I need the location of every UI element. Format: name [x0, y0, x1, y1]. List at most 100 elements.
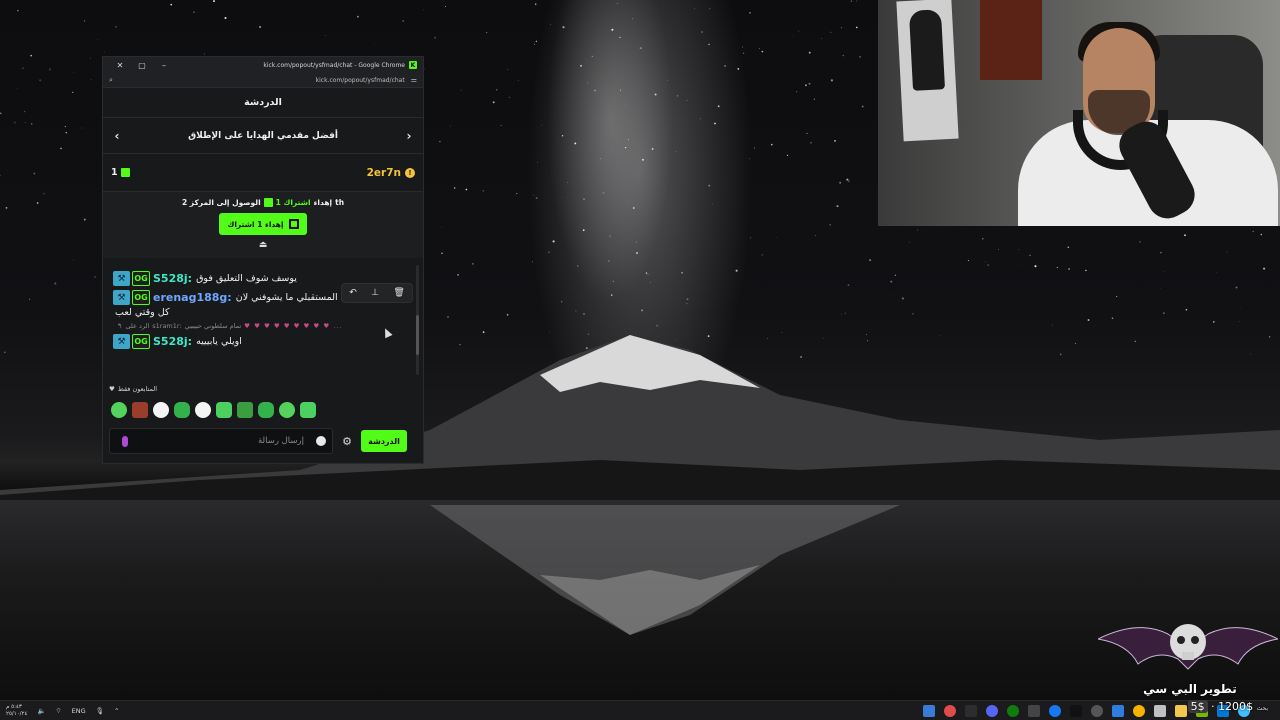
emoji-picker-icon[interactable] [316, 436, 326, 446]
clock-date: ٢٥/١٠/٢٤ [6, 710, 28, 717]
app-icon[interactable] [1028, 704, 1040, 717]
chat-message[interactable]: ⚒ OG S528j: اويلي يابيييه [113, 334, 413, 349]
quick-emotes [111, 402, 316, 418]
reply-icon[interactable]: ↶ [349, 288, 357, 298]
heart-icon: ♥ [109, 385, 115, 393]
chat-input-placeholder: إرسال رسالة [257, 436, 304, 446]
emote-icon[interactable] [237, 402, 253, 418]
bat-skull-logo [1098, 624, 1278, 670]
window-title: kick.com/popout/ysfmad/chat - Google Chr… [263, 61, 405, 69]
moderator-badge-icon: ⚒ [113, 290, 130, 305]
emote-icon[interactable] [111, 402, 127, 418]
chevron-right-icon[interactable]: › [403, 129, 415, 143]
close-window-button[interactable]: ✕ [109, 61, 131, 70]
emote-icon[interactable] [279, 402, 295, 418]
emote-icon[interactable] [132, 402, 148, 418]
emote-icon[interactable] [300, 402, 316, 418]
app-icon[interactable] [1112, 704, 1124, 717]
delete-icon[interactable]: 🗑 [393, 288, 404, 298]
gift-goal-text: الوصول إلى المركز 2 اشتراك 1 إهداء th [111, 198, 415, 207]
microphone-icon[interactable]: 🎙 [96, 707, 104, 715]
goal-middle: إهداء [313, 198, 333, 207]
chat-message-text: يوسف شوف التعليق فوق [196, 273, 297, 284]
og-badge-icon: OG [132, 334, 150, 349]
gold-rank-icon: ! [405, 167, 415, 178]
goal-sub: بحث [1256, 705, 1268, 712]
collapse-icon[interactable]: ⏏ [257, 241, 269, 250]
chat-input-row: إرسال رسالة ⚙ الدردشة [109, 427, 419, 455]
chrome-icon[interactable] [1133, 704, 1145, 717]
gifter-leaderboard-row[interactable]: 1 2er7n ! [103, 154, 423, 192]
chevron-left-icon[interactable]: ‹ [111, 129, 123, 143]
volume-icon[interactable]: 🔈 [37, 707, 45, 715]
emote-icon[interactable] [216, 402, 232, 418]
goal-separator: · [1211, 700, 1215, 713]
tiktok-icon[interactable] [1070, 704, 1082, 717]
stream-goal-title: تطوير البي سي [1143, 682, 1237, 696]
xbox-icon[interactable] [1007, 704, 1019, 717]
chevron-up-icon[interactable]: ⌃ [114, 707, 119, 715]
gift-subscription-button[interactable]: إهداء 1 اشتراك [219, 213, 307, 235]
widgets-icon[interactable] [923, 704, 935, 717]
emote-icon[interactable] [258, 402, 274, 418]
kick-logo-icon: K [409, 61, 417, 69]
site-settings-icon[interactable]: ⚌ [411, 76, 417, 84]
minimize-window-button[interactable]: – [153, 61, 175, 70]
poster-left [896, 0, 959, 142]
scrollbar-thumb[interactable] [416, 315, 419, 355]
gift-icon [120, 168, 130, 177]
top-gifter: 2er7n ! [367, 167, 415, 179]
emote-icon[interactable] [195, 402, 211, 418]
top-gifters-nav: ‹ أفضل مقدمي الهدايا على الإطلاق › [103, 118, 423, 154]
app-icon[interactable] [1049, 704, 1061, 717]
send-chat-button[interactable]: الدردشة [361, 430, 407, 452]
chat-username[interactable]: erenag188g: [153, 291, 232, 304]
moderator-badge-icon: ⚒ [113, 334, 130, 349]
url-text[interactable]: kick.com/popout/ysfmad/chat [113, 77, 411, 84]
steam-icon[interactable] [965, 704, 977, 717]
chat-username[interactable]: S528j: [153, 272, 192, 285]
user-badges: ⚒ OG [113, 271, 150, 286]
pin-icon[interactable]: ⊥ [371, 288, 379, 298]
language-indicator[interactable]: ENG [72, 707, 86, 715]
app-icon[interactable] [944, 704, 956, 717]
wifi-icon[interactable]: ⌔ [56, 706, 62, 715]
obs-icon[interactable] [1091, 704, 1103, 717]
followers-only-indicator: ♥ المتابعون فقط [109, 385, 157, 393]
chat-scrollbar[interactable] [416, 265, 419, 375]
system-tray: ٥:٤٣ م ٢٥/١٠/٢٤ 🔈 ⌔ ENG 🎙 ⌃ [0, 704, 119, 718]
chat-message-input[interactable]: إرسال رسالة [109, 428, 333, 454]
gear-icon[interactable]: ⚙ [339, 435, 355, 448]
taskbar-clock[interactable]: ٥:٤٣ م ٢٥/١٠/٢٤ [6, 704, 27, 718]
chat-message-text: اويلي يابيييه [196, 336, 242, 347]
discord-icon[interactable] [986, 704, 998, 717]
goal-current: $5 [1187, 700, 1208, 713]
windows-taskbar: ٥:٤٣ م ٢٥/١٠/٢٤ 🔈 ⌔ ENG 🎙 ⌃ [0, 700, 1280, 720]
gift-box-icon [288, 219, 299, 229]
moderator-badge-icon: ⚒ [113, 271, 130, 286]
reply-preview[interactable]: ↰ الرد على s1ram1r: تمام سلطوني حبيبيي ♥… [117, 322, 413, 330]
message-actions-toolbar: ↶ ⊥ 🗑 [341, 283, 413, 303]
address-bar: ⌕ kick.com/popout/ysfmad/chat ⚌ [103, 73, 423, 88]
reply-text: تمام سلطوني حبيبيي [184, 322, 242, 330]
reply-hearts: ♥ ♥ ♥ ♥ ♥ ♥ ♥ ♥ ♥ ... [244, 322, 343, 330]
chat-username[interactable]: S528j: [153, 335, 192, 348]
chat-message-text-continued: كل وقتي لعب [115, 307, 170, 318]
reply-icon: ↰ [117, 322, 123, 330]
followers-only-label: المتابعون فقط [117, 385, 158, 393]
goal-suffix: الوصول إلى المركز 2 [181, 198, 261, 207]
goal-accent: اشتراك 1 [275, 198, 311, 207]
top-gifter-username: 2er7n [366, 166, 401, 179]
user-badges: ⚒ OG [113, 290, 150, 305]
gift-count-value: 1 [111, 167, 118, 178]
maximize-window-button[interactable]: ▢ [131, 61, 153, 70]
gift-icon [263, 198, 273, 207]
goal-amount: $1200 [1218, 700, 1254, 713]
gift-count: 1 [111, 167, 130, 178]
chat-popup-window: ✕ ▢ – kick.com/popout/ysfmad/chat - Goog… [102, 56, 424, 464]
gift-button-label: إهداء 1 اشتراك [227, 219, 284, 229]
reply-prefix: الرد على [125, 322, 150, 330]
emote-icon[interactable] [174, 402, 190, 418]
emote-icon[interactable] [153, 402, 169, 418]
reply-username: s1ram1r: [152, 322, 182, 330]
